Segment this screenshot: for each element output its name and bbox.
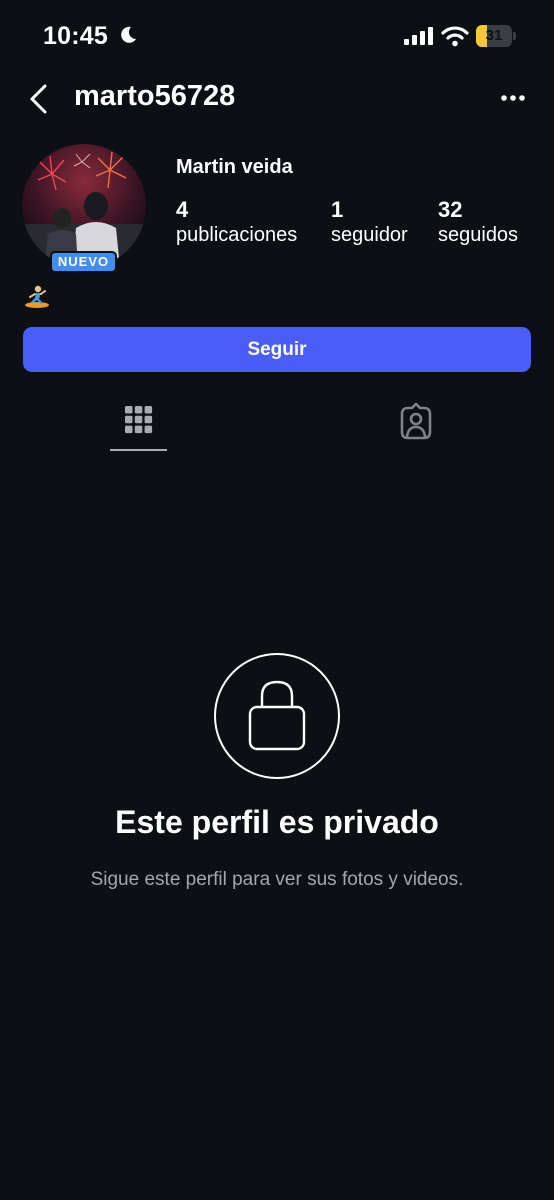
status-time: 10:45 [43,22,108,50]
follow-button[interactable]: Seguir [23,327,531,372]
full-name: Martin veida [176,156,293,178]
tab-tagged[interactable] [388,396,444,448]
followers-count[interactable]: 1 [331,197,343,223]
lock-icon [248,680,306,751]
avatar[interactable] [22,144,146,268]
tab-posts-grid[interactable] [110,396,167,452]
lock-badge [214,653,340,779]
profile-screen: 10:45 31 marto56728 NUEVO Martin veida 4… [0,0,554,1200]
signal-icon [404,27,433,45]
posts-label[interactable]: publicaciones [176,224,297,247]
tab-selected-indicator [110,449,167,451]
grid-icon [125,406,153,434]
following-count[interactable]: 32 [438,197,462,223]
more-icon[interactable] [500,94,526,102]
private-profile-subtitle: Sigue este perfil para ver sus fotos y v… [90,869,464,890]
private-profile-title: Este perfil es privado [115,804,439,840]
new-badge: NUEVO [50,251,117,273]
wifi-icon [441,26,469,47]
moon-icon [121,26,136,43]
battery-level: 31 [485,27,503,44]
battery-icon: 31 [476,25,516,47]
surfer-icon [25,285,49,308]
following-label[interactable]: seguidos [438,224,518,247]
back-icon[interactable] [28,84,50,114]
status-bar: 10:45 31 [0,0,554,70]
followers-label[interactable]: seguidor [331,224,408,247]
posts-count[interactable]: 4 [176,197,188,223]
profile-username: marto56728 [74,80,236,112]
tagged-person-icon [400,402,432,440]
